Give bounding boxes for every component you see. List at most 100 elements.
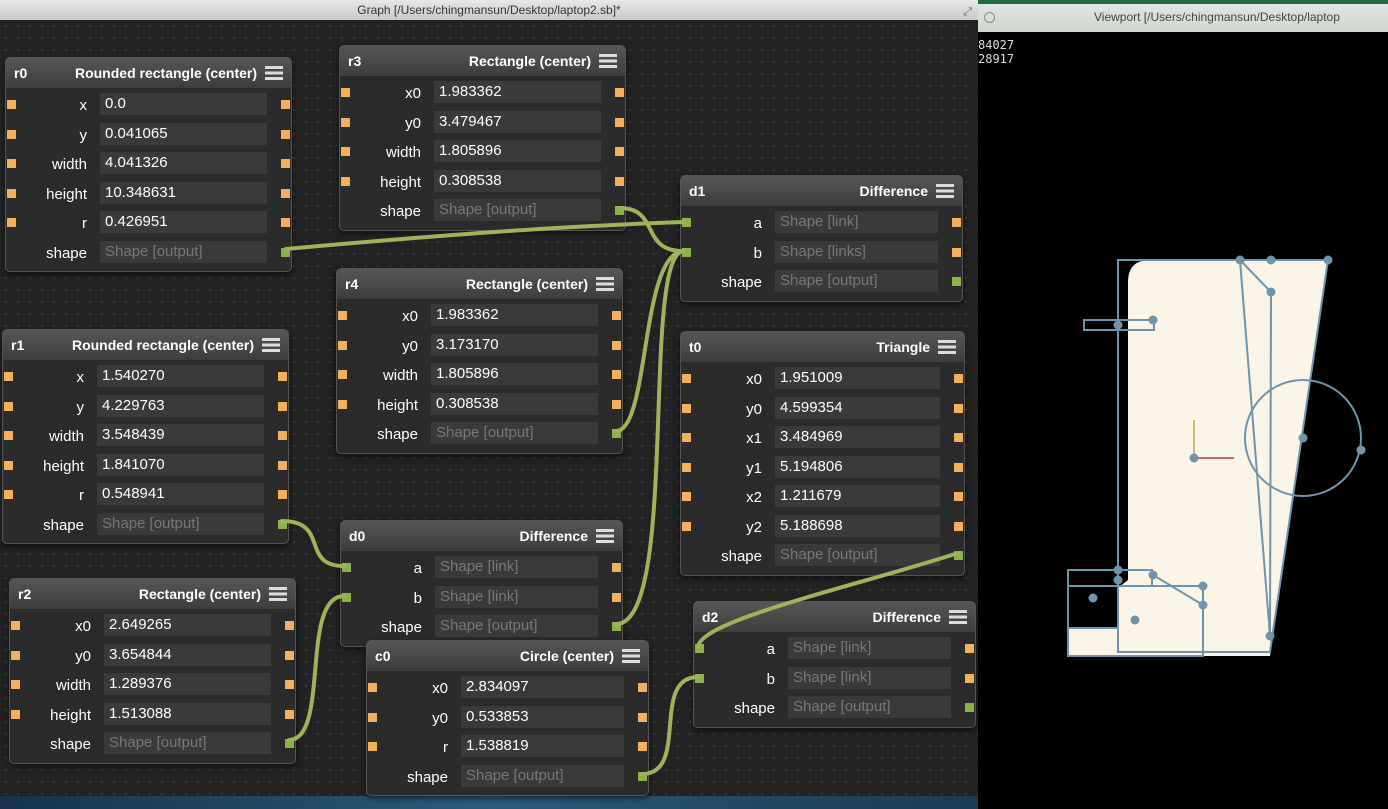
input-port[interactable] bbox=[368, 683, 377, 692]
node-name[interactable]: r0 bbox=[14, 65, 27, 81]
node-header[interactable]: c0 Circle (center) bbox=[367, 641, 648, 671]
input-port[interactable] bbox=[682, 374, 691, 383]
field-value-input[interactable]: 1.513088 bbox=[104, 702, 271, 725]
output-port[interactable] bbox=[612, 370, 621, 379]
input-port[interactable] bbox=[682, 247, 691, 257]
field-value-input[interactable]: 0.548941 bbox=[97, 483, 264, 505]
node-name[interactable]: r4 bbox=[345, 276, 358, 292]
output-port[interactable] bbox=[952, 277, 961, 286]
node-header[interactable]: r3 Rectangle (center) bbox=[340, 46, 625, 76]
output-port[interactable] bbox=[285, 650, 294, 660]
output-port[interactable] bbox=[281, 129, 290, 139]
field-value-input[interactable]: 5.194806 bbox=[775, 455, 940, 478]
field-value-input[interactable]: 1.951009 bbox=[775, 367, 940, 389]
output-port[interactable] bbox=[952, 218, 961, 227]
field-value-input[interactable]: 1.841070 bbox=[97, 453, 264, 476]
input-port[interactable] bbox=[682, 403, 691, 413]
node-d2[interactable]: d2 Difference a Shape [link] b Shape [link] sh… bbox=[693, 601, 976, 728]
node-name[interactable]: d2 bbox=[702, 609, 718, 625]
node-r3[interactable]: r3 Rectangle (center) x0 1.983362 y0 3.479467… bbox=[339, 45, 626, 231]
input-port[interactable] bbox=[338, 370, 347, 379]
input-port[interactable] bbox=[11, 621, 20, 630]
output-port[interactable] bbox=[278, 460, 287, 470]
output-port[interactable] bbox=[954, 433, 963, 442]
field-value-input[interactable]: 1.805896 bbox=[434, 140, 601, 162]
window-control-icon[interactable] bbox=[984, 12, 995, 24]
output-port[interactable] bbox=[278, 519, 287, 529]
output-port[interactable] bbox=[281, 159, 290, 168]
input-port[interactable] bbox=[682, 433, 691, 442]
field-value-input[interactable]: 4.229763 bbox=[97, 394, 264, 417]
menu-icon[interactable] bbox=[936, 184, 954, 198]
menu-icon[interactable] bbox=[599, 54, 617, 68]
output-port[interactable] bbox=[954, 403, 963, 413]
node-d0[interactable]: d0 Difference a Shape [link] b Shape [link] sh… bbox=[340, 520, 623, 647]
output-port[interactable] bbox=[615, 176, 624, 186]
output-port[interactable] bbox=[612, 592, 621, 602]
field-value-input[interactable]: 1.289376 bbox=[104, 673, 271, 695]
output-port[interactable] bbox=[285, 709, 294, 719]
output-port[interactable] bbox=[281, 218, 290, 227]
field-value-input[interactable]: 2.834097 bbox=[461, 676, 624, 698]
node-header[interactable]: d2 Difference bbox=[694, 602, 975, 632]
field-value-input[interactable]: 1.211679 bbox=[775, 485, 940, 507]
input-port[interactable] bbox=[341, 117, 350, 127]
field-value-input[interactable]: 0.308538 bbox=[434, 169, 601, 192]
input-port[interactable] bbox=[342, 563, 351, 572]
output-port[interactable] bbox=[954, 462, 963, 472]
output-port[interactable] bbox=[612, 399, 621, 409]
node-d1[interactable]: d1 Difference a Shape [link] b Shape [links] s… bbox=[680, 175, 963, 302]
input-port[interactable] bbox=[4, 372, 13, 381]
input-port[interactable] bbox=[7, 129, 16, 139]
field-value-input[interactable]: 3.654844 bbox=[104, 643, 271, 666]
output-port[interactable] bbox=[278, 490, 287, 499]
input-port[interactable] bbox=[368, 742, 377, 751]
input-port[interactable] bbox=[4, 401, 13, 411]
output-port[interactable] bbox=[615, 206, 624, 215]
input-port[interactable] bbox=[682, 462, 691, 472]
field-value-input[interactable]: 3.173170 bbox=[431, 333, 598, 356]
menu-icon[interactable] bbox=[269, 587, 287, 601]
output-port[interactable] bbox=[281, 188, 290, 198]
output-port[interactable] bbox=[281, 100, 290, 109]
input-port[interactable] bbox=[7, 100, 16, 109]
field-value-input[interactable]: 0.426951 bbox=[100, 211, 267, 233]
node-name[interactable]: r2 bbox=[18, 586, 31, 602]
field-value-input[interactable]: 3.484969 bbox=[775, 426, 940, 448]
menu-icon[interactable] bbox=[938, 340, 956, 354]
output-port[interactable] bbox=[965, 644, 974, 653]
output-port[interactable] bbox=[638, 771, 647, 781]
output-port[interactable] bbox=[278, 431, 287, 440]
output-port[interactable] bbox=[281, 247, 290, 257]
output-port[interactable] bbox=[612, 340, 621, 350]
input-port[interactable] bbox=[4, 460, 13, 470]
output-port[interactable] bbox=[278, 401, 287, 411]
output-port[interactable] bbox=[285, 739, 294, 748]
input-port[interactable] bbox=[7, 218, 16, 227]
output-port[interactable] bbox=[965, 703, 974, 712]
input-port[interactable] bbox=[682, 218, 691, 227]
node-name[interactable]: r1 bbox=[11, 337, 24, 353]
input-port[interactable] bbox=[341, 88, 350, 97]
field-value-input[interactable]: 0.041065 bbox=[100, 122, 267, 145]
output-port[interactable] bbox=[615, 88, 624, 97]
input-port[interactable] bbox=[682, 492, 691, 501]
field-value-input[interactable]: 0.533853 bbox=[461, 705, 624, 728]
field-value-input[interactable]: 3.548439 bbox=[97, 424, 264, 446]
field-value-input[interactable]: 4.041326 bbox=[100, 152, 267, 174]
output-port[interactable] bbox=[954, 521, 963, 531]
input-port[interactable] bbox=[7, 188, 16, 198]
input-port[interactable] bbox=[4, 490, 13, 499]
node-t0[interactable]: t0 Triangle x0 1.951009 y0 4.599354 x1 3.484969… bbox=[680, 331, 965, 576]
field-value-input[interactable]: 0.308538 bbox=[431, 392, 598, 415]
input-port[interactable] bbox=[11, 680, 20, 689]
field-value-input[interactable]: 10.348631 bbox=[100, 181, 267, 204]
node-r2[interactable]: r2 Rectangle (center) x0 2.649265 y0 3.654844… bbox=[9, 578, 296, 764]
field-value-input[interactable]: 1.540270 bbox=[97, 365, 264, 387]
output-port[interactable] bbox=[612, 622, 621, 631]
output-port[interactable] bbox=[285, 621, 294, 630]
node-r1[interactable]: r1 Rounded rectangle (center) x 1.540270 y 4.… bbox=[2, 329, 289, 544]
output-port[interactable] bbox=[638, 742, 647, 751]
node-header[interactable]: r0 Rounded rectangle (center) bbox=[6, 58, 291, 88]
input-port[interactable] bbox=[7, 159, 16, 168]
